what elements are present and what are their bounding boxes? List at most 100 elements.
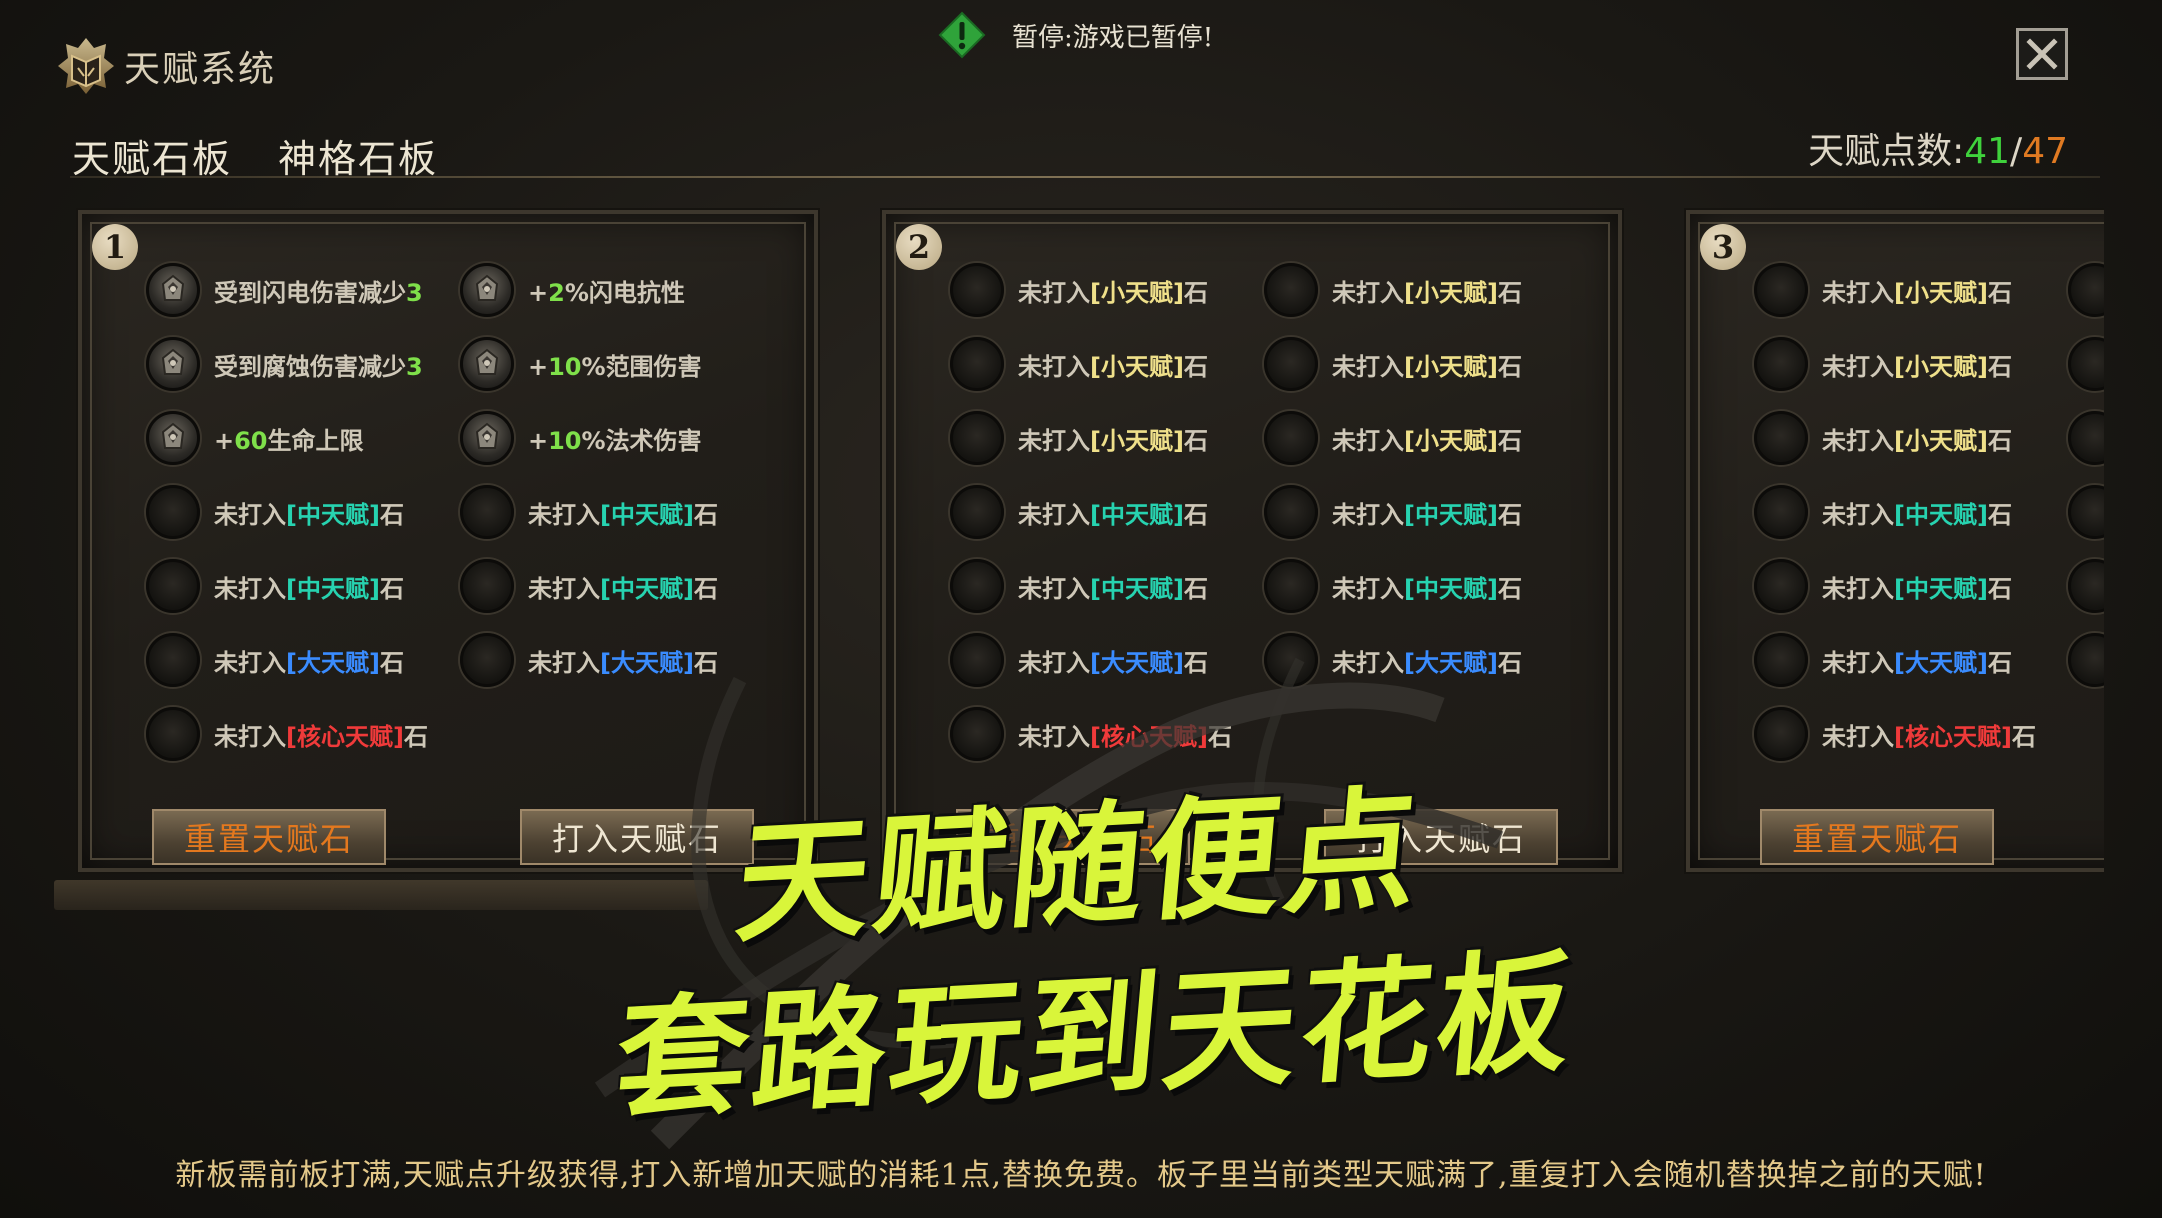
talent-gem-icon [475, 422, 499, 449]
talent-slot[interactable]: 未打入[核心天赋]石 [146, 704, 428, 764]
talent-label-prefix: 未打入 [1822, 500, 1894, 529]
talent-slot[interactable]: 未打入[大天赋]石 [1754, 630, 2012, 690]
talent-slot[interactable]: 未打入[小天赋]石 [1754, 408, 2012, 468]
talent-label-prefix: 未打入 [528, 500, 600, 529]
talent-slot[interactable]: 未打入[小天赋]石 [950, 260, 1208, 320]
talent-slot[interactable]: +10%范围伤害 [460, 334, 702, 394]
talent-gem-icon [475, 348, 499, 375]
board-number-badge: 1 [92, 224, 138, 270]
talent-stone-socket-empty[interactable] [950, 559, 1004, 613]
talent-stone-socket-empty[interactable] [146, 633, 200, 687]
talent-slot[interactable]: 未打入[小天赋]石 [1754, 334, 2012, 394]
talent-slot[interactable]: 未打入[中天赋]石 [1754, 482, 2012, 542]
talent-slot[interactable]: 未打入[小天赋]石 [2068, 334, 2104, 394]
talent-label-suffix: 石 [1987, 574, 2012, 603]
talent-stone-socket-filled[interactable] [146, 337, 200, 391]
talent-slot[interactable]: 未打入[中天赋]石 [2068, 556, 2104, 616]
talent-slot[interactable]: 未打入[小天赋]石 [950, 408, 1208, 468]
talent-slot-label: +10%范围伤害 [528, 347, 702, 382]
talent-slot-label: 未打入[小天赋]石 [1822, 347, 2012, 382]
talent-stone-socket-empty[interactable] [2068, 411, 2104, 465]
talent-label-prefix: 未打入 [1332, 500, 1404, 529]
talent-slot[interactable]: 未打入[中天赋]石 [460, 556, 718, 616]
talent-stone-socket-filled[interactable] [460, 411, 514, 465]
talent-slot[interactable]: 未打入[小天赋]石 [1754, 260, 2012, 320]
talent-stone-socket-empty[interactable] [1754, 485, 1808, 539]
talent-stone-socket-empty[interactable] [950, 337, 1004, 391]
talent-slot[interactable]: 未打入[中天赋]石 [2068, 482, 2104, 542]
talent-slot-label: 未打入[中天赋]石 [1332, 495, 1522, 530]
talent-label-highlight: [中天赋] [1404, 500, 1498, 529]
talent-label-prefix: 受到腐蚀伤害减少 [214, 352, 406, 381]
talent-stone-socket-filled[interactable] [460, 337, 514, 391]
talent-stone-socket-empty[interactable] [460, 633, 514, 687]
talent-stone-socket-empty[interactable] [1264, 337, 1318, 391]
talent-stone-socket-empty[interactable] [2068, 559, 2104, 613]
talent-slot[interactable]: 未打入[中天赋]石 [1264, 556, 1522, 616]
talent-label-highlight: [大天赋] [286, 648, 380, 677]
talent-slot-label: 未打入[核心天赋]石 [1822, 717, 2036, 752]
talent-stone-socket-empty[interactable] [146, 559, 200, 613]
talent-stone-socket-empty[interactable] [1754, 337, 1808, 391]
talent-slot-label: 未打入[中天赋]石 [528, 495, 718, 530]
talent-slot[interactable]: 未打入[小天赋]石 [1264, 260, 1522, 320]
talent-stone-socket-empty[interactable] [2068, 485, 2104, 539]
talent-stone-socket-filled[interactable] [146, 411, 200, 465]
reset-talent-stone-button[interactable]: 重置天赋石 [152, 809, 386, 865]
talent-slot[interactable]: 未打入[小天赋]石 [1264, 408, 1522, 468]
talent-slot[interactable]: 未打入[中天赋]石 [1264, 482, 1522, 542]
talent-slot[interactable]: 未打入[大天赋]石 [146, 630, 404, 690]
talent-stone-socket-empty[interactable] [1754, 707, 1808, 761]
talent-stone-socket-empty[interactable] [950, 263, 1004, 317]
talent-stone-socket-empty[interactable] [950, 411, 1004, 465]
talent-slot[interactable]: 未打入[中天赋]石 [950, 556, 1208, 616]
talent-stone-socket-empty[interactable] [1754, 559, 1808, 613]
talent-stone-socket-empty[interactable] [146, 485, 200, 539]
talent-label-highlight: [中天赋] [600, 500, 694, 529]
talent-label-prefix: 未打入 [1822, 352, 1894, 381]
talent-stone-socket-empty[interactable] [146, 707, 200, 761]
talent-label-suffix: 石 [379, 574, 404, 603]
talent-stone-socket-empty[interactable] [2068, 337, 2104, 391]
talent-stone-socket-empty[interactable] [1264, 411, 1318, 465]
talent-stone-socket-empty[interactable] [950, 485, 1004, 539]
talent-slot[interactable]: 受到闪电伤害减少3 [146, 260, 423, 320]
talent-slot[interactable]: +2%闪电抗性 [460, 260, 685, 320]
talent-slot[interactable]: 未打入[核心天赋]石 [1754, 704, 2036, 764]
talent-slot[interactable]: 未打入[中天赋]石 [950, 482, 1208, 542]
talent-board-3: 3未打入[小天赋]石未打入[小天赋]石未打入[小天赋]石未打入[小天赋]石未打入… [1684, 208, 2104, 874]
talent-stone-socket-empty[interactable] [460, 485, 514, 539]
talent-stone-socket-empty[interactable] [2068, 263, 2104, 317]
talent-slot[interactable]: 受到腐蚀伤害减少3 [146, 334, 423, 394]
talent-slot[interactable]: 未打入[中天赋]石 [146, 556, 404, 616]
talent-label-highlight: 3 [406, 352, 423, 381]
talent-stone-socket-empty[interactable] [1264, 559, 1318, 613]
talent-label-suffix: 石 [1987, 500, 2012, 529]
talent-slot[interactable]: 未打入[中天赋]石 [146, 482, 404, 542]
talent-label-prefix: 未打入 [528, 574, 600, 603]
reset-talent-stone-button[interactable]: 重置天赋石 [1760, 809, 1994, 865]
talent-label-suffix: 石 [1183, 574, 1208, 603]
talent-slot[interactable]: 未打入[小天赋]石 [2068, 260, 2104, 320]
talent-slot[interactable]: +60生命上限 [146, 408, 364, 468]
talent-slot[interactable]: 未打入[小天赋]石 [950, 334, 1208, 394]
talent-slot[interactable]: 未打入[中天赋]石 [1754, 556, 2012, 616]
talent-slot[interactable]: 未打入[小天赋]石 [1264, 334, 1522, 394]
talent-stone-socket-filled[interactable] [146, 263, 200, 317]
talent-label-suffix: 石 [379, 648, 404, 677]
talent-stone-socket-empty[interactable] [460, 559, 514, 613]
talent-slot[interactable]: +10%法术伤害 [460, 408, 702, 468]
talent-slot[interactable]: 未打入[中天赋]石 [460, 482, 718, 542]
talent-stone-socket-empty[interactable] [2068, 633, 2104, 687]
talent-stone-socket-empty[interactable] [1754, 411, 1808, 465]
talent-slot[interactable]: 未打入[大天赋]石 [2068, 630, 2104, 690]
talent-stone-socket-empty[interactable] [1264, 263, 1318, 317]
talent-stone-socket-filled[interactable] [460, 263, 514, 317]
talent-label-highlight: [中天赋] [1894, 574, 1988, 603]
talent-stone-socket-empty[interactable] [1754, 263, 1808, 317]
talent-stone-socket-empty[interactable] [1754, 633, 1808, 687]
talent-stone-socket-empty[interactable] [1264, 485, 1318, 539]
talent-label-suffix: 石 [1987, 352, 2012, 381]
talent-slot[interactable]: 未打入[小天赋]石 [2068, 408, 2104, 468]
talent-label-prefix: 未打入 [214, 574, 286, 603]
